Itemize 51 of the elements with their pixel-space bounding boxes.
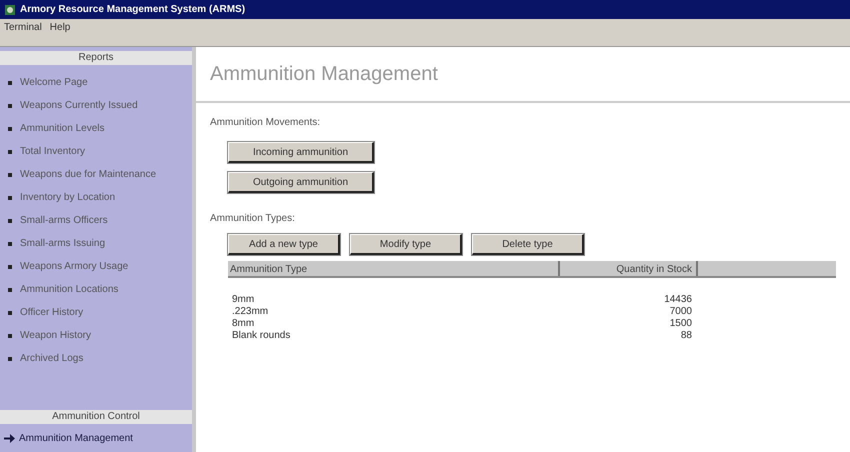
table-cell-text: 1500 <box>668 318 693 330</box>
action-button[interactable]: Delete type <box>472 234 584 255</box>
sidebar-link[interactable]: Small-arms Issuing <box>20 236 106 251</box>
sidebar-link[interactable]: Weapons Currently Issued <box>20 98 138 113</box>
table-cell-text: 88 <box>680 330 693 342</box>
bullet-icon <box>8 264 12 268</box>
table-cell-text: 8mm <box>231 318 256 330</box>
bullet-icon <box>8 150 12 154</box>
sidebar-link[interactable]: Weapon History <box>20 328 91 343</box>
section-header: Ammunition Control <box>0 410 192 424</box>
action-button[interactable]: Modify type <box>350 234 462 255</box>
table-cell-text: Blank rounds <box>231 330 292 342</box>
bullet-icon <box>8 172 12 176</box>
column-header[interactable]: Quantity in Stock <box>560 261 698 276</box>
sidebar-link[interactable]: Ammunition Management <box>19 430 133 446</box>
table-cell-text: 9mm <box>231 294 256 306</box>
action-button[interactable]: Add a new type <box>228 234 340 255</box>
bullet-icon <box>8 288 12 292</box>
sidebar-link[interactable]: Officer History <box>20 305 84 320</box>
window-title: Armory Resource Management System (ARMS) <box>20 3 246 17</box>
sidebar-link[interactable]: Ammunition Levels <box>20 121 104 136</box>
bullet-icon <box>8 126 12 130</box>
sidebar-link[interactable]: Total Inventory <box>20 144 86 159</box>
bullet-icon <box>8 334 12 338</box>
bullet-icon <box>8 242 12 246</box>
table-cell-text: .223mm <box>231 306 270 318</box>
menu-item[interactable]: Help <box>50 20 70 34</box>
table-cell-text: 7000 <box>668 306 693 318</box>
section-label: Ammunition Types: <box>210 212 296 226</box>
sidebar-link[interactable]: Welcome Page <box>20 75 88 90</box>
section-label: Ammunition Movements: <box>210 116 322 130</box>
bullet-icon <box>8 218 12 222</box>
page-title: Ammunition Management <box>210 62 438 87</box>
bullet-icon <box>8 196 12 200</box>
app-icon <box>4 4 16 16</box>
sidebar-link[interactable]: Ammunition Locations <box>20 282 118 297</box>
table-cell-text: 14436 <box>663 294 693 306</box>
action-button[interactable]: Outgoing ammunition <box>228 172 374 193</box>
column-header[interactable]: Ammunition Type <box>228 261 560 276</box>
sidebar-link[interactable]: Inventory by Location <box>20 190 116 205</box>
sidebar-link[interactable]: Weapons due for Maintenance <box>20 167 156 182</box>
sidebar-link[interactable]: Small-arms Officers <box>20 213 108 228</box>
bullet-icon <box>8 80 12 84</box>
section-header: Reports <box>0 51 192 65</box>
action-button[interactable]: Incoming ammunition <box>228 142 374 163</box>
sidebar-link[interactable]: Weapons Armory Usage <box>20 259 128 274</box>
menu-item[interactable]: Terminal <box>4 20 42 34</box>
bullet-icon <box>8 356 12 360</box>
bullet-icon <box>8 104 12 108</box>
sidebar-link[interactable]: Archived Logs <box>20 351 84 366</box>
bullet-icon <box>8 310 12 314</box>
